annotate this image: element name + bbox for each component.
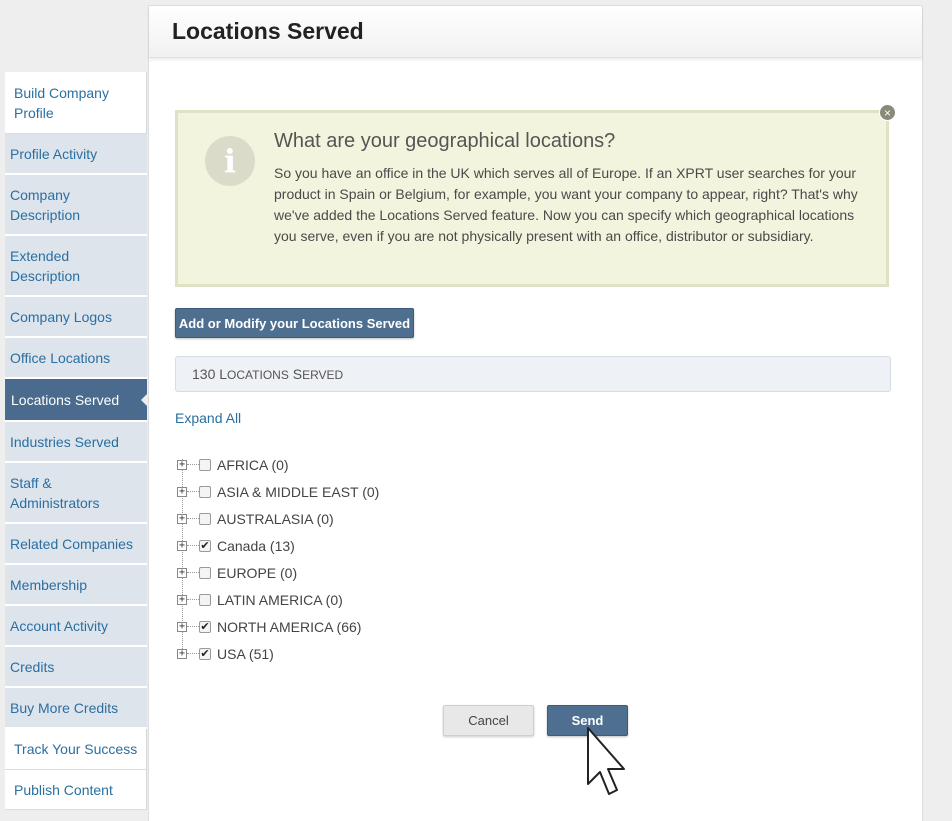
close-icon[interactable]: × bbox=[879, 104, 896, 121]
sidebar-item-label: Build Company Profile bbox=[14, 84, 109, 121]
tree-item: + AUSTRALASIA (0) bbox=[177, 505, 379, 532]
tree-item: + LATIN AMERICA (0) bbox=[177, 586, 379, 613]
info-box: i × What are your geographical locations… bbox=[175, 104, 896, 287]
tree-label[interactable]: ASIA & MIDDLE EAST (0) bbox=[217, 484, 379, 500]
tree-label[interactable]: NORTH AMERICA (66) bbox=[217, 619, 361, 635]
cancel-button[interactable]: Cancel bbox=[443, 705, 534, 736]
sidebar-item-label: Buy More Credits bbox=[10, 699, 119, 716]
locations-count-label: LOCATIONS SERVED bbox=[219, 366, 344, 382]
sidebar-item-buy-more-credits[interactable]: Buy More Credits bbox=[5, 688, 147, 729]
tree-item: + EUROPE (0) bbox=[177, 559, 379, 586]
tree-label[interactable]: AFRICA (0) bbox=[217, 457, 289, 473]
locations-tree: + AFRICA (0) + ASIA & MIDDLE EAST (0) + … bbox=[177, 451, 379, 667]
info-heading: What are your geographical locations? bbox=[274, 130, 616, 152]
sidebar-item-profile-activity[interactable]: Profile Activity bbox=[5, 134, 147, 175]
info-icon: i bbox=[205, 136, 255, 186]
page-header: Locations Served bbox=[149, 6, 922, 58]
locations-count-bar: 130 LOCATIONS SERVED bbox=[175, 356, 891, 392]
expand-all-link[interactable]: Expand All bbox=[175, 410, 241, 426]
sidebar-item-label: Credits bbox=[10, 658, 55, 675]
sidebar-item-company-logos[interactable]: Company Logos bbox=[5, 297, 147, 338]
tree-checkbox[interactable] bbox=[199, 593, 211, 606]
tree-item: + ✔ USA (51) bbox=[177, 640, 379, 667]
sidebar-item-label: Company Description bbox=[10, 186, 81, 223]
expand-icon[interactable]: + bbox=[177, 513, 187, 524]
sidebar-item-label: Extended Description bbox=[10, 247, 81, 284]
sidebar-item-label: Profile Activity bbox=[10, 145, 98, 162]
sidebar-item-membership[interactable]: Membership bbox=[5, 565, 147, 606]
sidebar-item-staff-administrators[interactable]: Staff & Administrators bbox=[5, 463, 147, 524]
sidebar-item-label: Account Activity bbox=[10, 617, 109, 634]
sidebar-item-label: Publish Content bbox=[14, 781, 113, 798]
page-title: Locations Served bbox=[172, 18, 364, 44]
tree-label[interactable]: AUSTRALASIA (0) bbox=[217, 511, 334, 527]
tree-item: + ASIA & MIDDLE EAST (0) bbox=[177, 478, 379, 505]
sidebar-item-track-your-success[interactable]: Track Your Success bbox=[5, 729, 147, 770]
tree-checkbox[interactable]: ✔ bbox=[199, 647, 211, 660]
sidebar-item-extended-description[interactable]: Extended Description bbox=[5, 236, 147, 297]
mouse-pointer-icon bbox=[587, 727, 625, 795]
sidebar-item-industries-served[interactable]: Industries Served bbox=[5, 422, 147, 463]
sidebar-item-build-company-profile[interactable]: Build Company Profile bbox=[5, 72, 147, 134]
expand-icon[interactable]: + bbox=[177, 567, 187, 578]
tree-checkbox[interactable]: ✔ bbox=[199, 539, 211, 552]
sidebar-item-related-companies[interactable]: Related Companies bbox=[5, 524, 147, 565]
tree-item: + ✔ Canada (13) bbox=[177, 532, 379, 559]
sidebar-item-label: Office Locations bbox=[10, 349, 111, 366]
tree-label[interactable]: EUROPE (0) bbox=[217, 565, 297, 581]
tree-checkbox[interactable] bbox=[199, 512, 211, 525]
sidebar-item-account-activity[interactable]: Account Activity bbox=[5, 606, 147, 647]
tree-checkbox[interactable] bbox=[199, 458, 211, 471]
tree-label[interactable]: Canada (13) bbox=[217, 538, 295, 554]
tree-checkbox[interactable] bbox=[199, 566, 211, 579]
sidebar-item-label: Staff & Administrators bbox=[10, 474, 100, 511]
sidebar-item-label: Membership bbox=[10, 576, 88, 593]
expand-icon[interactable]: + bbox=[177, 648, 187, 659]
tree-checkbox[interactable]: ✔ bbox=[199, 620, 211, 633]
sidebar-item-label: Track Your Success bbox=[14, 741, 138, 757]
tree-label[interactable]: LATIN AMERICA (0) bbox=[217, 592, 343, 608]
add-modify-locations-button[interactable]: Add or Modify your Locations Served bbox=[175, 308, 414, 338]
expand-icon[interactable]: + bbox=[177, 621, 187, 632]
sidebar-item-credits[interactable]: Credits bbox=[5, 647, 147, 688]
expand-icon[interactable]: + bbox=[177, 486, 187, 497]
sidebar-item-label: Locations Served bbox=[11, 391, 120, 408]
sidebar-item-company-description[interactable]: Company Description bbox=[5, 175, 147, 236]
sidebar-item-publish-content[interactable]: Publish Content bbox=[5, 770, 147, 810]
main-panel: Locations Served i × What are your geogr… bbox=[148, 5, 923, 821]
tree-label[interactable]: USA (51) bbox=[217, 646, 274, 662]
tree-item: + AFRICA (0) bbox=[177, 451, 379, 478]
tree-checkbox[interactable] bbox=[199, 485, 211, 498]
expand-icon[interactable]: + bbox=[177, 540, 187, 551]
sidebar-nav: Build Company Profile Profile Activity C… bbox=[5, 72, 148, 810]
expand-icon[interactable]: + bbox=[177, 459, 187, 470]
expand-icon[interactable]: + bbox=[177, 594, 187, 605]
sidebar-item-label: Company Logos bbox=[10, 308, 112, 325]
locations-count-number: 130 bbox=[192, 366, 216, 382]
sidebar-item-locations-served[interactable]: Locations Served bbox=[5, 379, 148, 422]
sidebar-item-label: Industries Served bbox=[10, 433, 119, 450]
sidebar-item-office-locations[interactable]: Office Locations bbox=[5, 338, 147, 379]
tree-item: + ✔ NORTH AMERICA (66) bbox=[177, 613, 379, 640]
info-text: So you have an office in the UK which se… bbox=[274, 165, 858, 244]
sidebar-item-label: Related Companies bbox=[10, 535, 133, 552]
